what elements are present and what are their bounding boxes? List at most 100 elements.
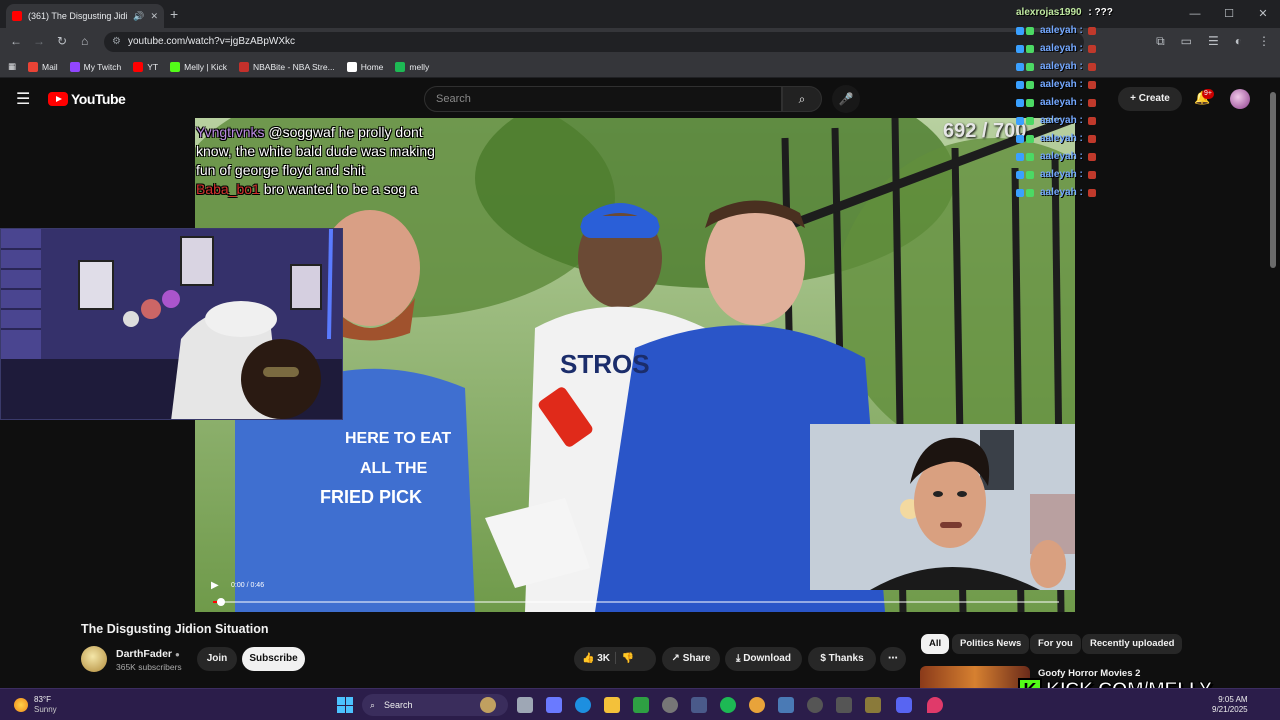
like-icon[interactable]: 👍 (582, 653, 594, 664)
chat-row: aaleyah : (1016, 76, 1156, 94)
share-button[interactable]: ↗ Share (662, 647, 720, 671)
copilot-icon[interactable] (546, 697, 562, 713)
search-input[interactable]: Search (424, 86, 782, 112)
stream-chat-feed: alexrojas1990 : ??? aaleyah : aaleyah : … (1016, 4, 1156, 202)
back-icon[interactable]: ← (10, 34, 22, 48)
home-icon[interactable]: ⌂ (81, 34, 88, 48)
youtube-favicon-icon (12, 11, 22, 21)
close-tab-icon[interactable]: ✕ (150, 11, 158, 22)
chat-text: bro wanted to be a sog a (263, 181, 418, 197)
bookmark-nbabite[interactable]: NBABite - NBA Stre... (238, 61, 335, 72)
thanks-button[interactable]: $ Thanks (808, 647, 876, 671)
page-scrollbar[interactable] (1270, 92, 1276, 268)
badge-icon (1026, 99, 1034, 107)
sun-icon (14, 698, 28, 712)
youtube-logo[interactable]: YouTube (48, 91, 126, 107)
like-count[interactable]: 3K (597, 653, 610, 664)
chat-row: aaleyah : (1016, 184, 1156, 202)
app-icon[interactable] (836, 697, 852, 713)
profile-icon[interactable]: ◐ (1235, 34, 1242, 49)
microphone-icon[interactable]: 🎤 (832, 85, 860, 113)
search-icon[interactable]: ⌕ (782, 86, 822, 112)
more-actions-button[interactable]: ⋯ (880, 647, 906, 671)
media-player-icon[interactable] (807, 697, 823, 713)
windows-start-icon[interactable] (337, 697, 353, 713)
chat-row: aaleyah : (1016, 166, 1156, 184)
download-button[interactable]: ⤓ Download (725, 647, 802, 671)
nba-icon (238, 61, 249, 72)
bookmark-melly[interactable]: melly (395, 61, 429, 72)
file-explorer-icon[interactable] (604, 697, 620, 713)
close-window-icon[interactable]: ✕ (1246, 0, 1280, 28)
speaker-icon[interactable]: 🔊 (133, 11, 144, 22)
bookmark-mail[interactable]: Mail (28, 61, 58, 72)
dislike-icon[interactable]: 👎 (622, 653, 634, 664)
badge-icon (1016, 63, 1024, 71)
weather-widget[interactable]: 83°F Sunny (14, 695, 57, 715)
chrome-icon[interactable] (749, 697, 765, 713)
jersey-text: STROS (560, 349, 650, 379)
extensions-icon[interactable]: ⧉ (1156, 34, 1165, 49)
badge-icon (1026, 81, 1034, 89)
new-tab-button[interactable]: + (170, 6, 178, 22)
badge-icon (1026, 171, 1034, 179)
bookmark-yt[interactable]: YT (133, 61, 158, 72)
emote-icon (1087, 45, 1096, 53)
search-icon: ⌕ (370, 700, 376, 710)
maximize-icon[interactable]: ☐ (1212, 0, 1246, 28)
chat-row: aaleyah : (1016, 40, 1156, 58)
minimize-icon[interactable]: — (1178, 0, 1212, 28)
webcam-left-scene (1, 229, 342, 419)
subscribe-button[interactable]: Subscribe (242, 647, 305, 671)
bookmark-kick[interactable]: Melly | Kick (170, 61, 227, 72)
photos-icon[interactable] (778, 697, 794, 713)
badge-icon (1026, 189, 1034, 197)
app-icon-2[interactable] (865, 697, 881, 713)
notification-badge: 9+ (1202, 89, 1214, 99)
reading-list-icon[interactable]: ☰ (1208, 34, 1219, 49)
chip-recently-uploaded[interactable]: Recently uploaded (1082, 634, 1183, 654)
browser-menu-icon[interactable]: ⋮ (1258, 34, 1270, 49)
store-icon[interactable] (691, 697, 707, 713)
emote-icon (1087, 117, 1096, 125)
channel-name[interactable]: DarthFader ● (116, 648, 180, 660)
join-button[interactable]: Join (197, 647, 237, 671)
hamburger-menu-icon[interactable]: ☰ (16, 89, 30, 109)
badge-icon (1016, 153, 1024, 161)
chip-all[interactable]: All (921, 634, 950, 654)
chip-for-you[interactable]: For you (1030, 634, 1081, 654)
edge-icon[interactable] (575, 697, 591, 713)
forward-icon[interactable]: → (33, 34, 45, 48)
kick-icon (170, 61, 181, 72)
app-pin-icon[interactable] (927, 697, 943, 713)
share-icon: ↗ (671, 653, 680, 664)
spotify-icon[interactable] (720, 697, 736, 713)
reload-icon[interactable]: ↻ (57, 34, 67, 48)
channel-avatar[interactable] (81, 646, 107, 672)
address-bar[interactable]: ⚙ youtube.com/watch?v=jgBzABpWXkc (104, 32, 1084, 52)
bookmark-home[interactable]: Home (346, 61, 383, 72)
badge-icon (1016, 45, 1024, 53)
apps-icon[interactable]: ▦ (8, 61, 16, 72)
progress-scrubber[interactable] (217, 598, 225, 606)
emote-icon (1087, 27, 1096, 35)
stream-chat-overlay: Yvngtrvnks @soggwaf he prolly dont know,… (196, 123, 436, 199)
badge-icon (1016, 99, 1024, 107)
discord-icon[interactable] (896, 697, 912, 713)
progress-bar[interactable] (213, 598, 1059, 606)
browser-tab-active[interactable]: (361) The Disgusting Jidion 🔊 ✕ (6, 4, 164, 28)
chip-politics-news[interactable]: Politics News (952, 634, 1030, 654)
xbox-icon[interactable] (633, 697, 649, 713)
bookmark-twitch[interactable]: My Twitch (69, 61, 121, 72)
system-clock[interactable]: 9:05 AM 9/21/2025 (1212, 695, 1248, 715)
play-icon[interactable]: ▶ (211, 580, 219, 591)
cast-icon[interactable]: ▭ (1181, 34, 1192, 49)
obs-icon[interactable] (662, 697, 678, 713)
site-info-icon[interactable]: ⚙ (112, 32, 121, 52)
account-avatar[interactable] (1230, 89, 1250, 109)
emote-icon (1087, 189, 1096, 197)
taskbar-widget-icon[interactable] (480, 697, 496, 713)
task-view-icon[interactable] (517, 697, 533, 713)
badge-icon (1016, 27, 1024, 35)
recommended-thumbnail[interactable] (920, 666, 1030, 690)
